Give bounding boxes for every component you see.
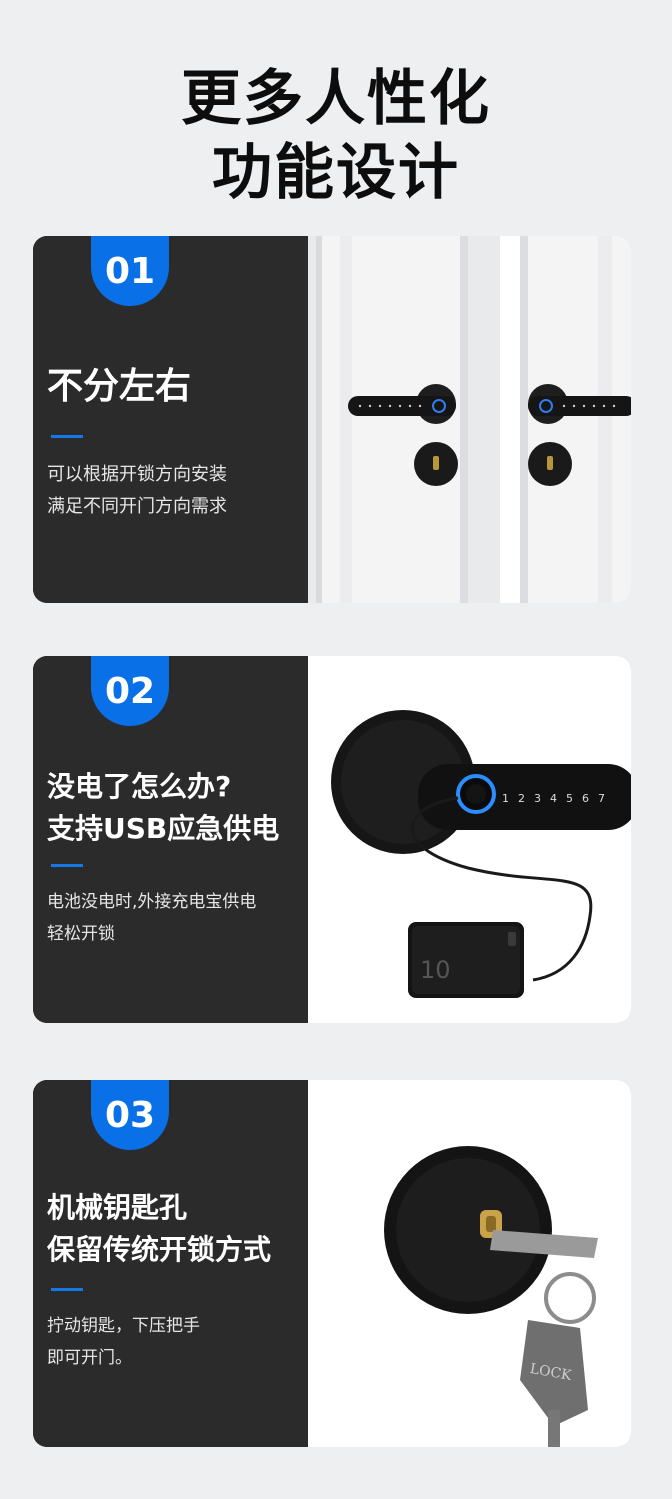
feature-description: 拧动钥匙，下压把手 即可开门。 — [47, 1310, 200, 1374]
feature-text-panel: 02 没电了怎么办? 支持USB应急供电 电池没电时,外接充电宝供电 轻松开锁 — [33, 656, 308, 1023]
feature-heading-line: 没电了怎么办? — [47, 770, 232, 803]
doors-photo — [308, 236, 631, 603]
power-bank-image: 10 — [408, 922, 524, 998]
feature-number-badge: 03 — [91, 1080, 169, 1150]
page-title-line-1: 更多人性化 — [181, 64, 491, 134]
keypad-digit: 4 — [550, 792, 557, 805]
feature-description-line: 拧动钥匙，下压把手 — [47, 1316, 200, 1336]
page-title: 更多人性化 功能设计 — [0, 62, 672, 210]
keypad-digit: 1 — [502, 792, 509, 805]
feature-heading: 不分左右 — [47, 366, 191, 408]
feature-card-02: 02 没电了怎么办? 支持USB应急供电 电池没电时,外接充电宝供电 轻松开锁 … — [33, 656, 631, 1023]
feature-divider — [51, 1288, 83, 1291]
keypad-digit: 2 — [518, 792, 525, 805]
right-door-image — [520, 236, 631, 603]
feature-text-panel: 03 机械钥匙孔 保留传统开锁方式 拧动钥匙，下压把手 即可开门。 — [33, 1080, 308, 1447]
feature-description-line: 电池没电时,外接充电宝供电 — [47, 892, 257, 912]
feature-heading: 机械钥匙孔 保留传统开锁方式 — [47, 1187, 271, 1271]
keypad-digit: 7 — [598, 792, 605, 805]
feature-description-line: 轻松开锁 — [47, 924, 115, 944]
feature-description-line: 可以根据开锁方向安装 — [47, 464, 227, 485]
feature-divider — [51, 864, 83, 867]
feature-text-panel: 01 不分左右 可以根据开锁方向安装 满足不同开门方向需求 — [33, 236, 308, 603]
page-title-line-2: 功能设计 — [212, 138, 460, 208]
feature-description: 电池没电时,外接充电宝供电 轻松开锁 — [47, 886, 256, 950]
left-door-image — [316, 236, 468, 603]
feature-heading-line: 保留传统开锁方式 — [47, 1233, 272, 1266]
feature-heading-line: 不分左右 — [47, 366, 192, 407]
feature-number-badge: 02 — [91, 656, 169, 726]
feature-heading-line: 支持USB应急供电 — [47, 812, 280, 845]
keypad-digit: 3 — [534, 792, 541, 805]
feature-description-line: 满足不同开门方向需求 — [47, 496, 227, 517]
feature-card-03: 03 机械钥匙孔 保留传统开锁方式 拧动钥匙，下压把手 即可开门。 LOCK — [33, 1080, 631, 1447]
keypad-digit: 6 — [582, 792, 589, 805]
keypad-digit: 5 — [566, 792, 573, 805]
feature-description-line: 即可开门。 — [47, 1348, 132, 1368]
feature-number-badge: 01 — [91, 236, 169, 306]
usb-power-photo: 1 2 3 4 5 6 7 10 — [308, 656, 631, 1023]
feature-divider — [51, 435, 83, 438]
feature-heading-line: 机械钥匙孔 — [47, 1191, 188, 1224]
key-lock-photo: LOCK — [308, 1080, 631, 1447]
key-rosette-image — [384, 1146, 552, 1314]
feature-description: 可以根据开锁方向安装 满足不同开门方向需求 — [47, 459, 227, 523]
power-bank-label: 10 — [420, 956, 451, 984]
feature-card-01: 01 不分左右 可以根据开锁方向安装 满足不同开门方向需求 — [33, 236, 631, 603]
feature-heading: 没电了怎么办? 支持USB应急供电 — [47, 766, 279, 850]
